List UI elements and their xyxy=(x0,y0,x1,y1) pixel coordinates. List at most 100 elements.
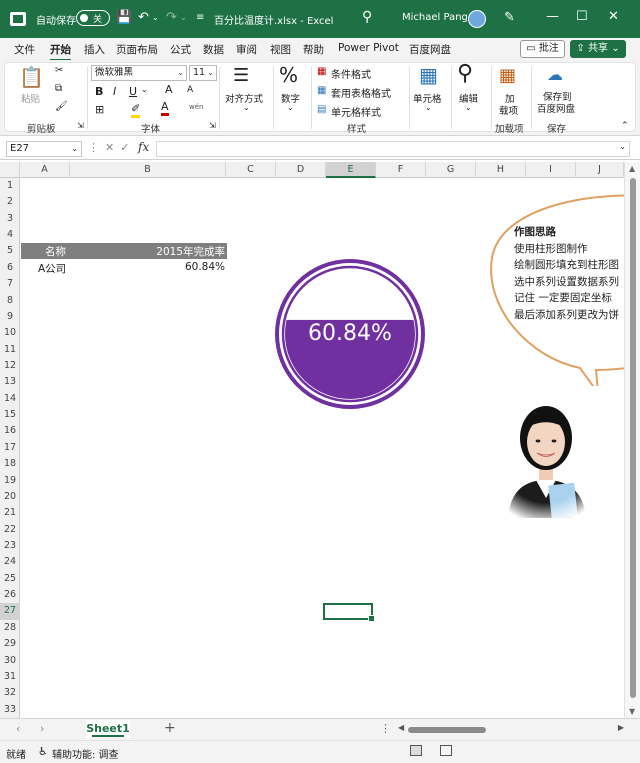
redo-dropdown-icon[interactable]: ⌄ xyxy=(180,10,187,26)
save-to-netdisk-line2[interactable]: 百度网盘 xyxy=(537,101,575,115)
underline-button[interactable]: U xyxy=(129,85,137,98)
column-header-d[interactable]: D xyxy=(276,162,326,178)
cell-styles-button[interactable]: 单元格样式 xyxy=(331,104,381,119)
format-as-table-button[interactable]: 套用表格格式 xyxy=(331,85,391,100)
row-header-32[interactable]: 32 xyxy=(0,685,20,701)
tab-power-pivot[interactable]: Power Pivot xyxy=(338,42,399,54)
cell-company[interactable]: A公司 xyxy=(38,261,66,276)
row-header-18[interactable]: 18 xyxy=(0,456,20,472)
undo-dropdown-icon[interactable]: ⌄ xyxy=(152,10,159,26)
row-header-23[interactable]: 23 xyxy=(0,538,20,554)
normal-view-icon[interactable] xyxy=(410,745,422,756)
select-all-corner[interactable] xyxy=(0,162,20,178)
cell-rate[interactable]: 60.84% xyxy=(185,261,225,273)
tab-page-layout[interactable]: 页面布局 xyxy=(116,42,158,57)
active-cell-selection[interactable] xyxy=(323,603,375,622)
horizontal-scrollbar[interactable]: ◀ ▶ xyxy=(398,723,624,735)
businesswoman-image[interactable] xyxy=(486,386,606,518)
scroll-left-icon[interactable]: ◀ xyxy=(398,723,404,732)
more-options-icon[interactable]: ⋮ xyxy=(380,722,391,735)
row-header-33[interactable]: 33 xyxy=(0,702,20,718)
redo-icon[interactable]: ↷ xyxy=(166,10,177,26)
formula-input[interactable]: ⌄ xyxy=(156,141,630,157)
font-name-select[interactable]: 微软雅黑 ⌄ xyxy=(91,65,187,81)
row-header-12[interactable]: 12 xyxy=(0,358,20,374)
tab-insert[interactable]: 插入 xyxy=(84,42,105,57)
copy-icon[interactable]: ⧉ xyxy=(55,83,62,94)
scroll-up-icon[interactable]: ▲ xyxy=(629,164,635,173)
row-header-20[interactable]: 20 xyxy=(0,489,20,505)
row-header-24[interactable]: 24 xyxy=(0,554,20,570)
row-header-3[interactable]: 3 xyxy=(0,211,20,227)
scroll-right-icon[interactable]: ▶ xyxy=(618,723,624,732)
row-header-26[interactable]: 26 xyxy=(0,587,20,603)
tab-file[interactable]: 文件 xyxy=(14,42,35,57)
column-header-f[interactable]: F xyxy=(376,162,426,178)
row-header-30[interactable]: 30 xyxy=(0,653,20,669)
enter-icon[interactable]: ✓ xyxy=(120,141,135,154)
row-header-31[interactable]: 31 xyxy=(0,669,20,685)
collapse-ribbon-icon[interactable]: ⌃ xyxy=(621,121,629,131)
name-box[interactable]: E27 ⌄ xyxy=(6,141,82,157)
sheet-area[interactable]: 名称 2015年完成率 A公司 60.84% 60.84% 作图思路 使用柱形图… xyxy=(20,178,640,718)
cut-icon[interactable]: ✂ xyxy=(55,65,63,76)
grow-font-button[interactable]: A xyxy=(165,83,173,96)
cancel-icon[interactable]: ✕ xyxy=(105,141,120,154)
row-header-27[interactable]: 27 xyxy=(0,603,20,620)
number-format-icon[interactable]: % xyxy=(279,63,298,87)
column-header-h[interactable]: H xyxy=(476,162,526,178)
row-header-4[interactable]: 4 xyxy=(0,227,20,243)
row-header-1[interactable]: 1 xyxy=(0,178,20,194)
horizontal-scroll-thumb[interactable] xyxy=(408,727,486,733)
avatar[interactable] xyxy=(468,10,486,28)
italic-button[interactable]: I xyxy=(113,85,116,98)
tab-view[interactable]: 视图 xyxy=(270,42,291,57)
row-header-21[interactable]: 21 xyxy=(0,505,20,521)
format-painter-icon[interactable]: 🖌 xyxy=(55,101,68,112)
row-header-16[interactable]: 16 xyxy=(0,423,20,439)
conditional-format-button[interactable]: 条件格式 xyxy=(331,66,371,81)
fill-color-icon[interactable]: ✐ xyxy=(131,103,141,118)
paste-icon[interactable]: 📋 xyxy=(19,65,44,89)
column-header-j[interactable]: J xyxy=(576,162,624,178)
row-header-7[interactable]: 7 xyxy=(0,276,20,292)
page-layout-view-icon[interactable] xyxy=(440,745,452,756)
header-cell-name[interactable]: 名称 xyxy=(45,244,66,259)
maximize-icon[interactable]: ☐ xyxy=(576,9,588,24)
row-header-15[interactable]: 15 xyxy=(0,407,20,423)
bold-button[interactable]: B xyxy=(95,85,103,98)
alignment-icon[interactable]: ☰ xyxy=(233,65,249,86)
cells-icon[interactable]: ▦ xyxy=(419,63,438,87)
addins-button-line2[interactable]: 载项 xyxy=(499,103,518,117)
tab-data[interactable]: 数据 xyxy=(203,42,224,57)
user-name[interactable]: Michael Pang xyxy=(402,12,468,23)
paste-button[interactable]: 粘贴 xyxy=(21,91,40,105)
row-header-6[interactable]: 6 xyxy=(0,260,20,276)
row-header-17[interactable]: 17 xyxy=(0,440,20,456)
add-sheet-icon[interactable]: + xyxy=(164,720,176,736)
minimize-icon[interactable]: — xyxy=(546,9,559,24)
customize-qat-icon[interactable]: ≡ xyxy=(196,10,204,26)
phonetic-button[interactable]: wén xyxy=(189,103,203,111)
comment-button[interactable]: ▭ 批注 xyxy=(520,40,565,58)
clipboard-launcher-icon[interactable]: ⇲ xyxy=(77,121,84,130)
vertical-scroll-thumb[interactable] xyxy=(630,178,636,698)
tab-help[interactable]: 帮助 xyxy=(303,42,324,57)
tab-review[interactable]: 审阅 xyxy=(236,42,257,57)
row-header-14[interactable]: 14 xyxy=(0,391,20,407)
tab-home[interactable]: 开始 xyxy=(50,42,71,61)
sheet-tab-sheet1[interactable]: Sheet1 xyxy=(86,720,130,738)
row-header-19[interactable]: 19 xyxy=(0,473,20,489)
accessibility-icon[interactable]: ♿ xyxy=(38,745,48,758)
search-icon[interactable]: ⚲ xyxy=(362,9,372,25)
row-header-9[interactable]: 9 xyxy=(0,309,20,325)
row-header-13[interactable]: 13 xyxy=(0,374,20,390)
font-size-select[interactable]: 11 ⌄ xyxy=(189,65,217,81)
column-header-i[interactable]: I xyxy=(526,162,576,178)
underline-dropdown-icon[interactable]: ⌄ xyxy=(141,85,148,94)
column-header-g[interactable]: G xyxy=(426,162,476,178)
vertical-scrollbar[interactable]: ▲ ▼ xyxy=(624,162,640,718)
prev-sheet-icon[interactable]: ‹ xyxy=(16,722,20,735)
row-header-22[interactable]: 22 xyxy=(0,522,20,538)
row-header-10[interactable]: 10 xyxy=(0,325,20,341)
